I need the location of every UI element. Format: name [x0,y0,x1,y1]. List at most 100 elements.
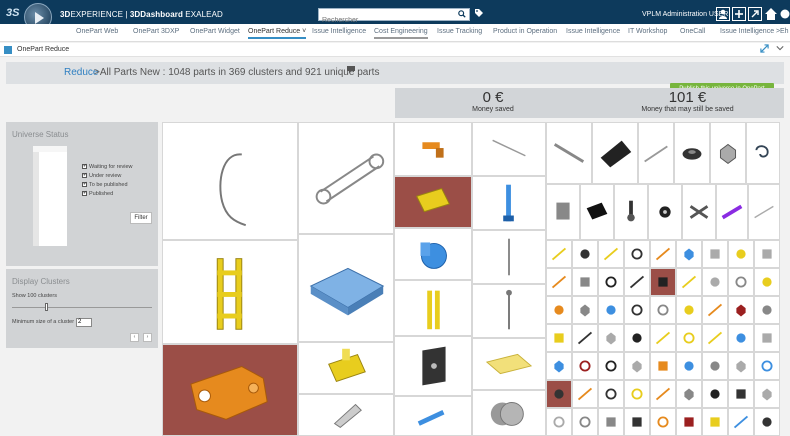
help-icon[interactable] [780,7,790,21]
part-tile-small[interactable] [546,268,572,296]
part-tile-chain-link[interactable] [298,122,394,234]
tab-onepart-reduce[interactable]: OnePart Reduce ˅ [248,28,307,39]
clusters-slider-handle[interactable] [45,303,48,311]
status-waiting-for-review[interactable]: ✔ Waiting for review [82,162,133,171]
part-tile-small[interactable] [676,268,702,296]
tab-cost-engineering[interactable]: Cost Engineering [374,28,428,39]
status-under-review[interactable]: ✔ Under review [82,171,133,180]
part-tile-small[interactable] [624,296,650,324]
part-tile-wheel[interactable] [648,184,682,240]
part-tile-yellow-support[interactable] [298,342,394,394]
part-tile-bracket-gray[interactable] [546,184,580,240]
clusters-slider-track[interactable] [12,307,152,308]
comment-icon[interactable] [346,65,356,76]
part-tile-blue-rod[interactable] [394,396,472,436]
part-tile-small[interactable] [728,324,754,352]
part-tile-small[interactable] [728,296,754,324]
part-tile-small[interactable] [702,296,728,324]
part-tile-small[interactable] [676,240,702,268]
part-tile-small[interactable] [702,268,728,296]
part-tile-small[interactable] [702,240,728,268]
expand-icon[interactable] [760,44,769,55]
part-tile-small[interactable] [728,240,754,268]
plus-icon[interactable] [732,7,746,21]
part-tile-thin-rod[interactable] [748,184,780,240]
part-tile-small[interactable] [702,352,728,380]
checkbox[interactable]: ✔ [82,164,87,169]
part-tile-small[interactable] [728,380,754,408]
tab-onepart-3dxp[interactable]: OnePart 3DXP [133,28,179,35]
part-tile-small[interactable] [624,380,650,408]
part-tile-small[interactable] [650,352,676,380]
prev-page-button[interactable]: ‹ [130,333,139,342]
part-tile-small[interactable] [754,324,780,352]
tab-issue-tracking[interactable]: Issue Tracking [437,28,482,35]
part-tile-hex-nut[interactable] [710,122,746,184]
part-tile-small[interactable] [572,380,598,408]
checkbox[interactable]: ✔ [82,182,87,187]
part-tile-small[interactable] [546,240,572,268]
part-tile-small[interactable] [598,380,624,408]
part-tile-small[interactable] [546,296,572,324]
search-icon[interactable] [458,10,466,20]
part-tile-small[interactable] [676,408,702,436]
part-tile-small[interactable] [572,324,598,352]
next-page-button[interactable]: › [143,333,152,342]
part-tile-cylinder[interactable] [472,390,546,436]
part-tile-grommet[interactable] [674,122,710,184]
tab-issue-intelligence-3[interactable]: Issue Intelligence ˃ [720,28,780,35]
part-tile-small[interactable] [702,408,728,436]
part-tile-cross[interactable] [682,184,716,240]
part-tile-small[interactable] [598,324,624,352]
part-tile-small[interactable] [624,408,650,436]
tab-it-workshop[interactable]: IT Workshop [628,28,667,35]
part-tile-small[interactable] [754,296,780,324]
part-tile-hook[interactable] [162,122,298,240]
part-tile-yellow-rails[interactable] [394,280,472,336]
part-tile-small[interactable] [650,268,676,296]
part-tile-orange-pin[interactable] [394,122,472,176]
part-tile-small[interactable] [624,240,650,268]
home-icon[interactable] [764,7,778,21]
part-tile-small[interactable] [546,408,572,436]
part-tile-blue-housing[interactable] [394,228,472,280]
part-tile-blue-shaft[interactable] [472,176,546,230]
status-published[interactable]: ✔ Published [82,189,133,198]
part-tile-small[interactable] [650,240,676,268]
part-tile-blue-plate[interactable] [298,234,394,342]
part-tile-small[interactable] [650,296,676,324]
tab-onepart-widget[interactable]: OnePart Widget [190,28,240,35]
part-tile-small[interactable] [572,240,598,268]
part-tile-small[interactable] [676,296,702,324]
part-tile-small[interactable] [728,352,754,380]
filter-button[interactable]: Filter [130,212,152,224]
part-tile-long-bolt[interactable] [472,284,546,338]
part-tile-thin-pin[interactable] [472,122,546,176]
part-tile-small[interactable] [650,324,676,352]
part-tile-small[interactable] [676,380,702,408]
part-tile-small[interactable] [676,352,702,380]
tab-issue-intelligence-2[interactable]: Issue Intelligence [566,28,620,35]
part-tile-small[interactable] [754,380,780,408]
part-tile-small[interactable] [546,352,572,380]
part-tile-key[interactable] [614,184,648,240]
part-tile-small[interactable] [572,352,598,380]
tag-icon[interactable] [474,8,484,21]
part-tile-small[interactable] [624,324,650,352]
share-icon[interactable] [748,7,762,21]
part-tile-small[interactable] [728,268,754,296]
part-tile-small[interactable] [650,408,676,436]
part-tile-purple-bar[interactable] [716,184,748,240]
part-tile-small[interactable] [676,324,702,352]
part-tile-small[interactable] [598,268,624,296]
part-tile-small[interactable] [754,240,780,268]
tab-issue-intelligence-1[interactable]: Issue Intelligence [312,28,366,35]
part-tile-yellow-fork[interactable] [394,176,472,228]
part-tile-rod[interactable] [472,230,546,284]
tab-onecall[interactable]: OneCall [680,28,705,35]
min-cluster-size-input[interactable]: 2 [76,318,92,327]
part-tile-small[interactable] [572,408,598,436]
part-tile-gray-bracket[interactable] [298,394,394,436]
part-tile-small[interactable] [572,268,598,296]
part-tile-small[interactable] [624,268,650,296]
